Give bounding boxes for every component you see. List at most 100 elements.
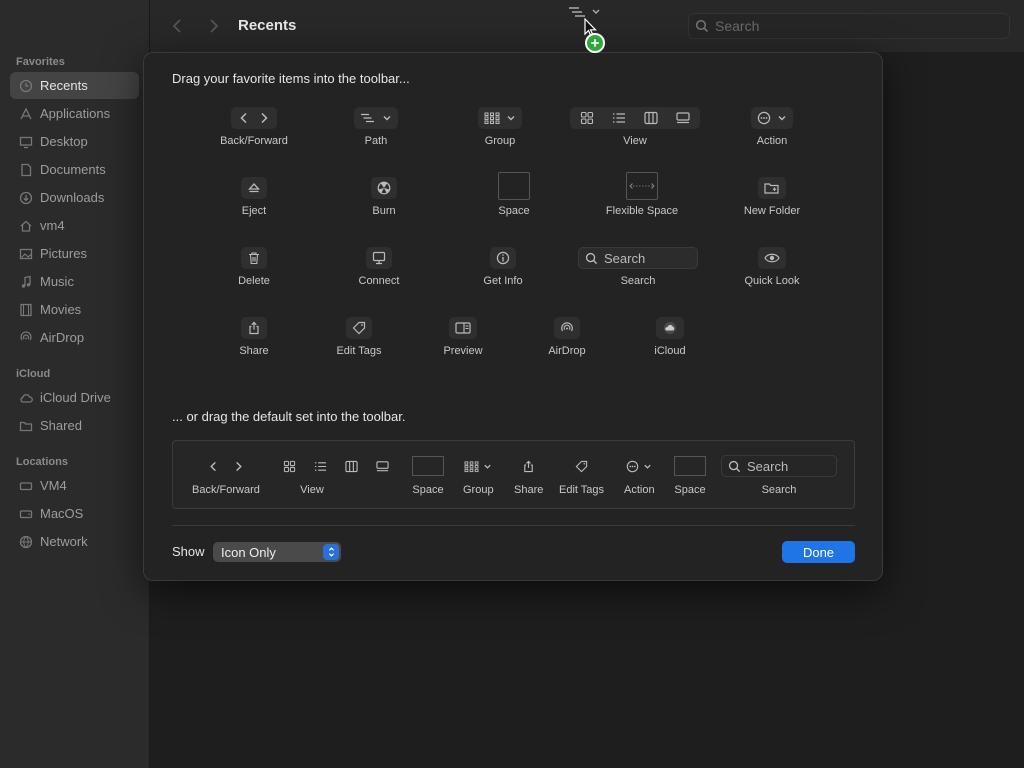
info-icon [490, 247, 516, 269]
drag-add-badge [585, 33, 605, 53]
customize-toolbar-sheet: Drag your favorite items into the toolba… [143, 52, 883, 581]
apps-icon [18, 107, 34, 121]
computer-icon [18, 479, 34, 493]
tool-flexible-space[interactable]: Flexible Space [572, 171, 712, 217]
sidebar-item-label: Shared [40, 418, 82, 433]
toolbar-search-field[interactable]: Search [688, 13, 1010, 39]
forward-button[interactable] [204, 16, 222, 36]
sidebar-item-recents[interactable]: Recents [10, 72, 139, 99]
tool-get-info[interactable]: Get Info [433, 245, 573, 287]
sidebar-section-icloud: iCloud [16, 368, 51, 380]
tool-burn[interactable]: Burn [314, 175, 454, 217]
search-field-sample: Search [578, 247, 698, 269]
default-group: Group [463, 455, 494, 496]
default-action: Action [624, 455, 655, 496]
tool-search[interactable]: Search Search [568, 245, 708, 287]
default-toolbar-set[interactable]: Back/Forward View Space Group Share Edit… [172, 440, 855, 509]
default-space-2: Space [674, 455, 706, 496]
tool-path[interactable]: Path [306, 105, 446, 147]
sidebar-item-label: Applications [40, 106, 111, 121]
action-icon [751, 107, 793, 129]
show-label: Show [172, 544, 205, 559]
tool-label: View [623, 135, 647, 147]
column-view-icon [345, 460, 358, 472]
default-item-label: Action [624, 484, 655, 496]
default-set-heading: ... or drag the default set into the too… [172, 409, 406, 424]
space-icon [412, 456, 444, 476]
sidebar-item-label: Music [40, 274, 74, 289]
tool-label: Burn [372, 205, 396, 217]
sidebar-item-airdrop[interactable]: AirDrop [10, 324, 139, 351]
tool-label: Eject [241, 205, 267, 217]
show-mode-select[interactable]: Icon Only [213, 542, 341, 562]
tool-label: Path [364, 135, 388, 147]
done-button[interactable]: Done [782, 541, 855, 563]
share-icon [241, 317, 267, 339]
default-edit-tags: Edit Tags [559, 455, 604, 496]
new-folder-icon [758, 177, 786, 199]
back-button[interactable] [169, 16, 187, 36]
airdrop-icon [18, 330, 34, 345]
sidebar-item-pictures[interactable]: Pictures [10, 240, 139, 267]
default-item-label: Edit Tags [559, 484, 605, 496]
sidebar-item-label: Downloads [40, 190, 105, 205]
sidebar-item-vm4-disk[interactable]: VM4 [10, 472, 139, 499]
disk-icon [18, 507, 34, 521]
tool-label: Back/Forward [220, 135, 288, 147]
tool-eject[interactable]: Eject [184, 175, 324, 217]
sidebar-item-label: VM4 [40, 478, 67, 493]
default-item-label: View [300, 484, 324, 496]
eye-icon [758, 247, 786, 269]
film-icon [18, 303, 34, 317]
show-mode-value: Icon Only [221, 544, 276, 560]
default-item-label: Space [674, 484, 706, 496]
tool-space[interactable]: Space [444, 171, 584, 217]
tool-label: Flexible Space [605, 205, 679, 217]
tool-label: New Folder [743, 205, 801, 217]
tool-icloud[interactable]: iCloud [600, 315, 740, 357]
tool-view[interactable]: View [565, 105, 705, 147]
sidebar-item-icloud-drive[interactable]: iCloud Drive [10, 384, 139, 411]
sidebar-item-music[interactable]: Music [10, 268, 139, 295]
default-item-label: Back/Forward [192, 484, 260, 496]
tool-new-folder[interactable]: New Folder [702, 175, 842, 217]
tool-label: Quick Look [744, 275, 800, 287]
grid-view-icon [283, 460, 296, 472]
tool-group[interactable]: Group [430, 105, 570, 147]
sidebar-section-favorites: Favorites [16, 56, 65, 68]
default-view: View [283, 455, 389, 496]
tool-label: Get Info [483, 275, 523, 287]
tool-label: Edit Tags [336, 345, 382, 357]
tool-delete[interactable]: Delete [184, 245, 324, 287]
tool-back-forward[interactable]: Back/Forward [184, 105, 324, 147]
sidebar-item-documents[interactable]: Documents [10, 156, 139, 183]
toolbar-search-placeholder: Search [715, 18, 760, 34]
sidebar-item-network[interactable]: Network [10, 528, 139, 555]
search-icon [728, 460, 741, 472]
space-icon [498, 172, 530, 200]
document-icon [18, 163, 34, 177]
tag-icon [346, 317, 372, 339]
sidebar-item-desktop[interactable]: Desktop [10, 128, 139, 155]
sidebar-item-applications[interactable]: Applications [10, 100, 139, 127]
tool-connect[interactable]: Connect [309, 245, 449, 287]
sidebar-item-vm4[interactable]: vm4 [10, 212, 139, 239]
sidebar: Favorites Recents Applications Desktop D… [0, 0, 150, 768]
sidebar-section-locations: Locations [16, 456, 68, 468]
customize-heading: Drag your favorite items into the toolba… [172, 71, 410, 86]
search-icon [695, 19, 709, 33]
tool-quick-look[interactable]: Quick Look [702, 245, 842, 287]
tool-label: Action [756, 135, 788, 147]
photo-icon [18, 247, 34, 261]
sidebar-item-downloads[interactable]: Downloads [10, 184, 139, 211]
default-item-label: Group [463, 484, 494, 496]
default-item-label: Search [761, 484, 797, 496]
desktop-icon [18, 135, 34, 149]
folder-shared-icon [18, 419, 34, 433]
sidebar-item-movies[interactable]: Movies [10, 296, 139, 323]
sidebar-item-shared[interactable]: Shared [10, 412, 139, 439]
tool-label: Space [498, 205, 530, 217]
chevron-left-icon [172, 19, 181, 33]
tool-action[interactable]: Action [702, 105, 842, 147]
sidebar-item-macos[interactable]: MacOS [10, 500, 139, 527]
